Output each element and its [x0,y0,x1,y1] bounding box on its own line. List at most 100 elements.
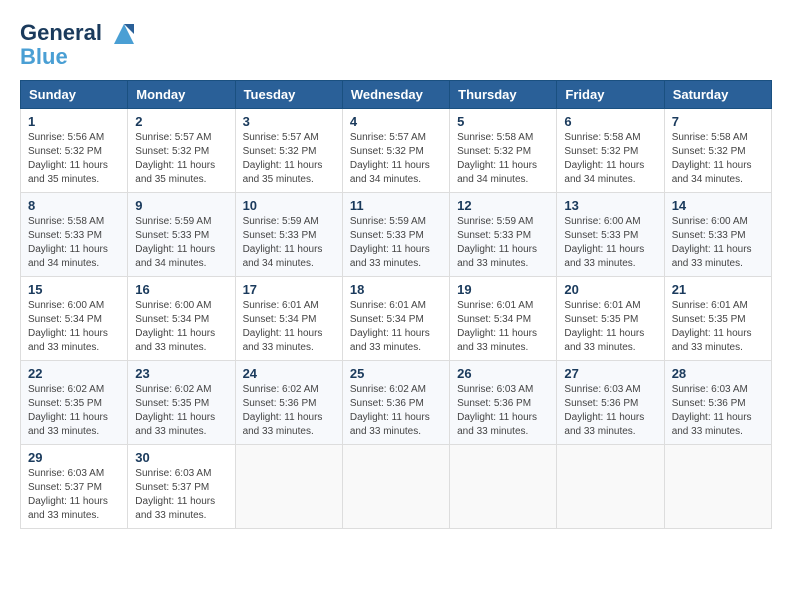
empty-cell [342,445,449,529]
calendar-week-row: 1 Sunrise: 5:56 AM Sunset: 5:32 PM Daylig… [21,109,772,193]
day-info: Sunrise: 6:02 AM Sunset: 5:36 PM Dayligh… [243,383,335,439]
day-info: Sunrise: 6:03 AM Sunset: 5:37 PM Dayligh… [28,467,120,523]
day-number: 4 [350,114,442,129]
day-info: Sunrise: 5:57 AM Sunset: 5:32 PM Dayligh… [135,131,227,187]
calendar-day-cell: 3 Sunrise: 5:57 AM Sunset: 5:32 PM Daylig… [235,109,342,193]
day-info: Sunrise: 6:00 AM Sunset: 5:33 PM Dayligh… [564,215,656,271]
day-number: 25 [350,366,442,381]
day-number: 29 [28,450,120,465]
weekday-header-thursday: Thursday [450,81,557,109]
day-info: Sunrise: 5:58 AM Sunset: 5:33 PM Dayligh… [28,215,120,271]
calendar-day-cell: 4 Sunrise: 5:57 AM Sunset: 5:32 PM Daylig… [342,109,449,193]
empty-cell [664,445,771,529]
day-number: 8 [28,198,120,213]
day-number: 14 [672,198,764,213]
calendar-header-row: SundayMondayTuesdayWednesdayThursdayFrid… [21,81,772,109]
day-info: Sunrise: 6:01 AM Sunset: 5:35 PM Dayligh… [672,299,764,355]
day-number: 26 [457,366,549,381]
calendar-day-cell: 17 Sunrise: 6:01 AM Sunset: 5:34 PM Dayli… [235,277,342,361]
day-info: Sunrise: 5:56 AM Sunset: 5:32 PM Dayligh… [28,131,120,187]
calendar-day-cell: 2 Sunrise: 5:57 AM Sunset: 5:32 PM Daylig… [128,109,235,193]
day-number: 6 [564,114,656,129]
calendar-day-cell: 28Sunrise: 6:03 AM Sunset: 5:36 PM Dayli… [664,361,771,445]
day-number: 17 [243,282,335,297]
day-number: 2 [135,114,227,129]
day-info: Sunrise: 6:00 AM Sunset: 5:34 PM Dayligh… [28,299,120,355]
weekday-header-saturday: Saturday [664,81,771,109]
weekday-header-monday: Monday [128,81,235,109]
day-info: Sunrise: 6:02 AM Sunset: 5:35 PM Dayligh… [135,383,227,439]
day-info: Sunrise: 6:02 AM Sunset: 5:36 PM Dayligh… [350,383,442,439]
calendar-day-cell: 27 Sunrise: 6:03 AM Sunset: 5:36 PM Dayli… [557,361,664,445]
calendar-day-cell: 23 Sunrise: 6:02 AM Sunset: 5:35 PM Dayli… [128,361,235,445]
calendar-day-cell: 21Sunrise: 6:01 AM Sunset: 5:35 PM Dayli… [664,277,771,361]
day-number: 13 [564,198,656,213]
day-info: Sunrise: 6:03 AM Sunset: 5:37 PM Dayligh… [135,467,227,523]
calendar-day-cell: 16 Sunrise: 6:00 AM Sunset: 5:34 PM Dayli… [128,277,235,361]
logo: General Blue [20,20,138,70]
calendar-day-cell: 30 Sunrise: 6:03 AM Sunset: 5:37 PM Dayli… [128,445,235,529]
logo-blue: Blue [20,44,68,70]
calendar-day-cell: 8 Sunrise: 5:58 AM Sunset: 5:33 PM Daylig… [21,193,128,277]
day-number: 27 [564,366,656,381]
day-number: 11 [350,198,442,213]
calendar-day-cell: 5 Sunrise: 5:58 AM Sunset: 5:32 PM Daylig… [450,109,557,193]
day-number: 20 [564,282,656,297]
day-info: Sunrise: 5:58 AM Sunset: 5:32 PM Dayligh… [457,131,549,187]
day-info: Sunrise: 6:01 AM Sunset: 5:34 PM Dayligh… [350,299,442,355]
calendar-week-row: 29 Sunrise: 6:03 AM Sunset: 5:37 PM Dayli… [21,445,772,529]
calendar-day-cell: 15 Sunrise: 6:00 AM Sunset: 5:34 PM Dayli… [21,277,128,361]
calendar-week-row: 22 Sunrise: 6:02 AM Sunset: 5:35 PM Dayli… [21,361,772,445]
day-number: 18 [350,282,442,297]
day-number: 16 [135,282,227,297]
page-header: General Blue [20,20,772,70]
day-number: 23 [135,366,227,381]
calendar-day-cell: 24 Sunrise: 6:02 AM Sunset: 5:36 PM Dayli… [235,361,342,445]
calendar-table: SundayMondayTuesdayWednesdayThursdayFrid… [20,80,772,529]
calendar-day-cell: 20 Sunrise: 6:01 AM Sunset: 5:35 PM Dayli… [557,277,664,361]
weekday-header-wednesday: Wednesday [342,81,449,109]
empty-cell [450,445,557,529]
day-number: 10 [243,198,335,213]
day-number: 22 [28,366,120,381]
day-number: 28 [672,366,764,381]
day-number: 1 [28,114,120,129]
empty-cell [235,445,342,529]
day-number: 24 [243,366,335,381]
calendar-day-cell: 10Sunrise: 5:59 AM Sunset: 5:33 PM Dayli… [235,193,342,277]
day-info: Sunrise: 6:00 AM Sunset: 5:33 PM Dayligh… [672,215,764,271]
calendar-day-cell: 25 Sunrise: 6:02 AM Sunset: 5:36 PM Dayli… [342,361,449,445]
day-info: Sunrise: 6:01 AM Sunset: 5:34 PM Dayligh… [457,299,549,355]
calendar-day-cell: 29 Sunrise: 6:03 AM Sunset: 5:37 PM Dayli… [21,445,128,529]
day-info: Sunrise: 6:01 AM Sunset: 5:34 PM Dayligh… [243,299,335,355]
calendar-day-cell: 18 Sunrise: 6:01 AM Sunset: 5:34 PM Dayli… [342,277,449,361]
day-number: 9 [135,198,227,213]
calendar-day-cell: 6Sunrise: 5:58 AM Sunset: 5:32 PM Daylig… [557,109,664,193]
day-info: Sunrise: 6:03 AM Sunset: 5:36 PM Dayligh… [564,383,656,439]
day-info: Sunrise: 6:02 AM Sunset: 5:35 PM Dayligh… [28,383,120,439]
day-info: Sunrise: 5:58 AM Sunset: 5:32 PM Dayligh… [672,131,764,187]
day-number: 12 [457,198,549,213]
calendar-day-cell: 9 Sunrise: 5:59 AM Sunset: 5:33 PM Daylig… [128,193,235,277]
calendar-week-row: 8 Sunrise: 5:58 AM Sunset: 5:33 PM Daylig… [21,193,772,277]
day-number: 30 [135,450,227,465]
day-info: Sunrise: 6:00 AM Sunset: 5:34 PM Dayligh… [135,299,227,355]
calendar-day-cell: 7Sunrise: 5:58 AM Sunset: 5:32 PM Daylig… [664,109,771,193]
calendar-day-cell: 26Sunrise: 6:03 AM Sunset: 5:36 PM Dayli… [450,361,557,445]
empty-cell [557,445,664,529]
calendar-day-cell: 1 Sunrise: 5:56 AM Sunset: 5:32 PM Daylig… [21,109,128,193]
day-info: Sunrise: 5:57 AM Sunset: 5:32 PM Dayligh… [243,131,335,187]
calendar-day-cell: 13 Sunrise: 6:00 AM Sunset: 5:33 PM Dayli… [557,193,664,277]
calendar-day-cell: 22 Sunrise: 6:02 AM Sunset: 5:35 PM Dayli… [21,361,128,445]
day-number: 19 [457,282,549,297]
day-info: Sunrise: 6:01 AM Sunset: 5:35 PM Dayligh… [564,299,656,355]
weekday-header-tuesday: Tuesday [235,81,342,109]
day-info: Sunrise: 5:59 AM Sunset: 5:33 PM Dayligh… [135,215,227,271]
day-number: 15 [28,282,120,297]
weekday-header-friday: Friday [557,81,664,109]
day-number: 3 [243,114,335,129]
day-number: 5 [457,114,549,129]
day-info: Sunrise: 5:57 AM Sunset: 5:32 PM Dayligh… [350,131,442,187]
calendar-day-cell: 12 Sunrise: 5:59 AM Sunset: 5:33 PM Dayli… [450,193,557,277]
day-info: Sunrise: 5:59 AM Sunset: 5:33 PM Dayligh… [457,215,549,271]
